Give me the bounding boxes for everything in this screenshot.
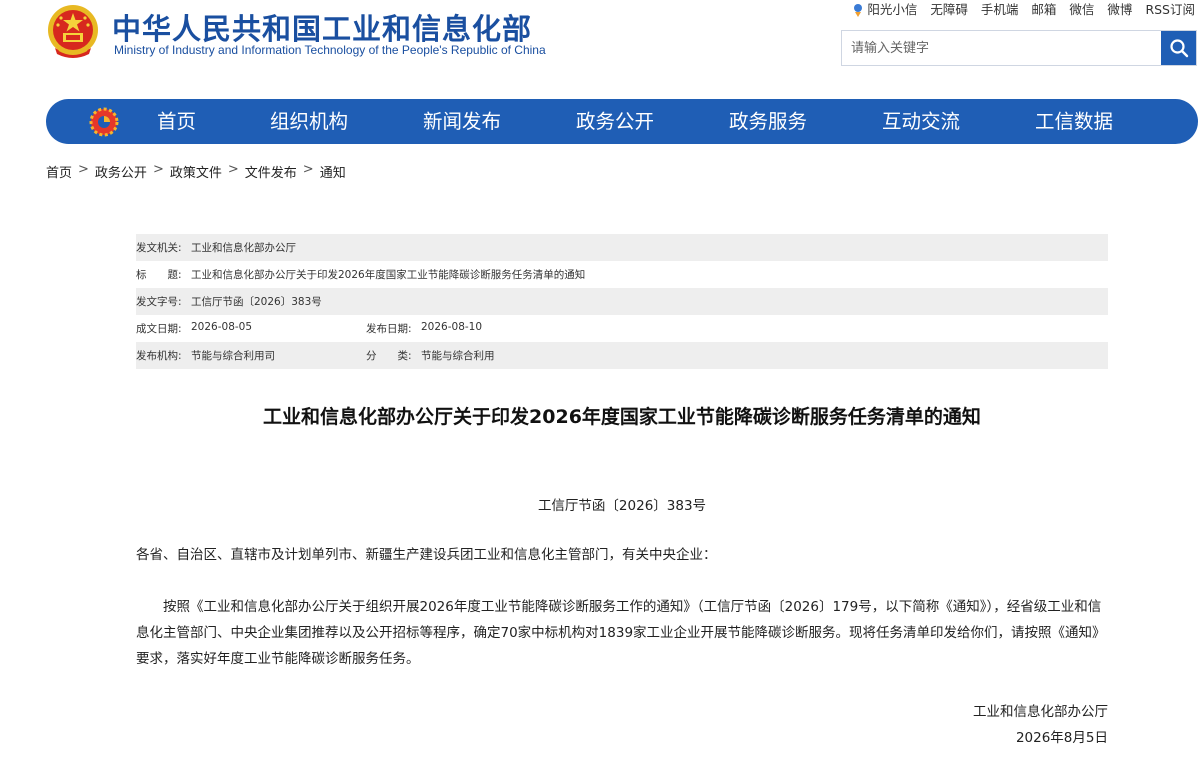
top-link-mail[interactable]: 邮箱	[1031, 0, 1056, 18]
meta-category: 节能与综合利用	[421, 350, 495, 362]
breadcrumb-separator: >	[227, 162, 239, 177]
nav-public-affairs[interactable]: 政务公开	[576, 99, 654, 144]
meta-label: 成文日期:	[136, 323, 182, 335]
top-link-label: 阳光小信	[867, 1, 918, 17]
top-link-weibo[interactable]: 微博	[1107, 0, 1132, 18]
breadcrumb-documents[interactable]: 文件发布	[245, 162, 297, 181]
article-salutation: 各省、自治区、直辖市及计划单列市、新疆生产建设兵团工业和信息化主管部门，有关中央…	[136, 547, 717, 563]
search-button[interactable]	[1161, 31, 1196, 65]
breadcrumb: 首页 > 政务公开 > 政策文件 > 文件发布 > 通知	[46, 162, 346, 181]
search-box	[841, 30, 1197, 66]
nav-data[interactable]: 工信数据	[1035, 99, 1113, 144]
meta-agency: 节能与综合利用司	[191, 350, 275, 362]
search-input[interactable]	[842, 31, 1160, 65]
article-signer: 工业和信息化部办公厅	[973, 704, 1108, 720]
breadcrumb-policy[interactable]: 政策文件	[170, 162, 222, 181]
site-subtitle: Ministry of Industry and Information Tec…	[114, 43, 546, 57]
meta-row-title: 标 题: 工业和信息化部办公厅关于印发2026年度国家工业节能降碳诊断服务任务清…	[136, 261, 1108, 288]
article-title: 工业和信息化部办公厅关于印发2026年度国家工业节能降碳诊断服务任务清单的通知	[263, 406, 981, 428]
main-nav: 首页 组织机构 新闻发布 政务公开 政务服务 互动交流 工信数据	[46, 99, 1198, 144]
breadcrumb-separator: >	[152, 162, 164, 177]
search-icon	[1169, 39, 1188, 58]
meta-label: 发文机关:	[136, 242, 182, 254]
meta-label: 分 类:	[366, 350, 412, 362]
meta-label: 发布机构:	[136, 350, 182, 362]
nav-organization[interactable]: 组织机构	[270, 99, 348, 144]
top-link-rss[interactable]: RSS订阅	[1145, 0, 1195, 18]
meta-row-dates: 成文日期: 2026-08-05 发布日期: 2026-08-10	[136, 315, 1108, 342]
nav-news[interactable]: 新闻发布	[423, 99, 501, 144]
nav-services[interactable]: 政务服务	[729, 99, 807, 144]
document-meta-table: 发文机关: 工业和信息化部办公厅 标 题: 工业和信息化部办公厅关于印发2026…	[136, 234, 1108, 369]
top-link-sunshine[interactable]: 阳光小信	[852, 0, 917, 18]
site-title: 中华人民共和国工业和信息化部	[112, 12, 533, 46]
breadcrumb-separator: >	[78, 162, 89, 177]
meta-created-date: 2026-08-05	[191, 321, 253, 333]
article-body: 按照《工业和信息化部办公厅关于组织开展2026年度工业节能降碳诊断服务工作的通知…	[136, 599, 1106, 667]
top-link-wechat[interactable]: 微信	[1069, 0, 1094, 18]
breadcrumb-separator: >	[302, 162, 314, 177]
meta-label: 标 题:	[136, 269, 182, 281]
breadcrumb-notice[interactable]: 通知	[320, 162, 346, 181]
breadcrumb-public-affairs[interactable]: 政务公开	[95, 162, 147, 181]
meta-docno: 工信厅节函〔2026〕383号	[191, 296, 322, 308]
nav-interaction[interactable]: 互动交流	[882, 99, 960, 144]
top-link-mobile[interactable]: 手机端	[981, 0, 1019, 18]
meta-row-issuer: 发文机关: 工业和信息化部办公厅	[136, 234, 1108, 261]
meta-row-agency: 发布机构: 节能与综合利用司 分 类: 节能与综合利用	[136, 342, 1108, 369]
top-links: 阳光小信 无障碍 手机端 邮箱 微信 微博 RSS订阅	[852, 0, 1195, 18]
meta-label: 发布日期:	[366, 323, 412, 335]
gear-logo-icon	[89, 107, 119, 137]
meta-issuer: 工业和信息化部办公厅	[191, 242, 296, 254]
meta-label: 发文字号:	[136, 296, 182, 308]
meta-published-date: 2026-08-10	[421, 321, 483, 333]
breadcrumb-home[interactable]: 首页	[46, 162, 72, 181]
meta-title: 工业和信息化部办公厅关于印发2026年度国家工业节能降碳诊断服务任务清单的通知	[191, 269, 586, 281]
top-link-accessibility[interactable]: 无障碍	[930, 0, 968, 18]
article-date: 2026年8月5日	[1015, 730, 1108, 746]
article-docno: 工信厅节函〔2026〕383号	[537, 498, 707, 514]
national-emblem-icon	[48, 5, 98, 58]
nav-home[interactable]: 首页	[157, 99, 196, 144]
meta-row-docno: 发文字号: 工信厅节函〔2026〕383号	[136, 288, 1108, 315]
sunshine-icon	[854, 4, 863, 17]
